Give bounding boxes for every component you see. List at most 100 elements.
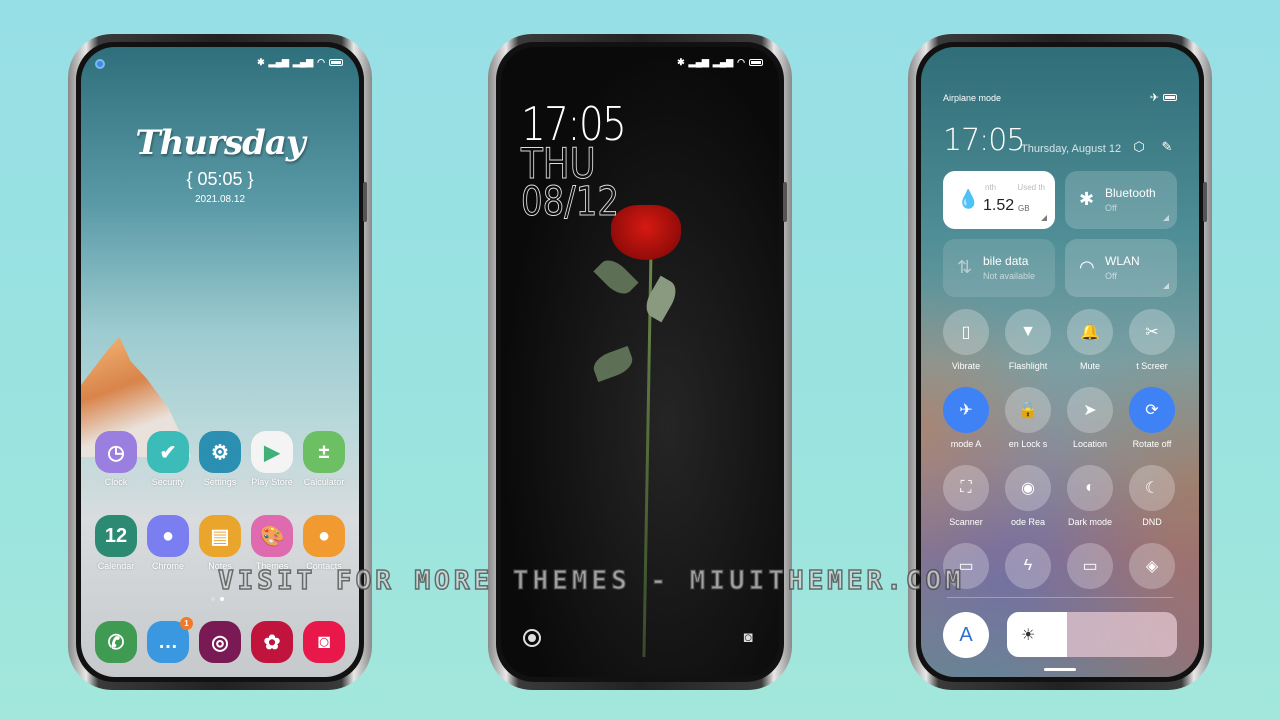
camera-icon: ◙ [303,621,345,663]
toggle-dark-mode[interactable]: ◐ [1067,465,1113,511]
app-clock[interactable]: ◷ Clock [91,431,141,487]
calculator-icon: ± [303,431,345,473]
moon-icon: ☾ [1144,480,1160,497]
play-store-icon: ▶ [251,431,293,473]
home-indicator[interactable] [1044,668,1076,671]
wifi-icon: ◠ [737,57,745,67]
clock-icon: ◷ [95,431,137,473]
assistant-icon[interactable] [523,629,541,647]
dock: ✆… 1 ◎ ✿ ◙ [91,617,349,663]
contacts-icon: ● [303,515,345,557]
app-settings[interactable]: ⚙ Settings [195,431,245,487]
toggle-bell[interactable]: 🔔 [1067,309,1113,355]
toggle-vibrate[interactable]: ▯ [943,309,989,355]
toggle-label: en Lock s [1008,439,1048,449]
power-button [1203,182,1207,222]
toggle-link[interactable]: ◈ [1129,543,1175,589]
mode-label: Airplane mode [943,93,1002,103]
toggle-label: Rotate off [1132,439,1172,449]
app-gallery[interactable]: ✿ [247,621,297,663]
app-camera[interactable]: ◙ [299,621,349,663]
power-button [363,182,367,222]
app-themes[interactable]: 🎨 Themes [247,515,297,571]
auto-brightness-button[interactable]: A [943,612,989,658]
toggle-label: Flashlight [1008,361,1048,371]
app-security[interactable]: ✔ Security [143,431,193,487]
data-usage-value: 1.52 [983,197,1015,214]
cc-date: Thursday, August 12 [1021,143,1122,155]
app-notes[interactable]: ▤ Notes [195,515,245,571]
app-chrome[interactable]: ● Chrome [143,515,193,571]
signal-icon: ▂▄▆ [292,57,314,67]
shield-icon: ✔ [147,431,189,473]
data-tile-left: nth [985,183,997,192]
bluetooth-status: Off [1105,203,1117,213]
power-button [783,182,787,222]
gallery-icon: ✿ [251,621,293,663]
expand-corner [1163,283,1169,289]
bluetooth-title: Bluetooth [1105,186,1156,200]
toggle-lock[interactable]: 🔒 [1005,387,1051,433]
rotate-icon: ⟳ [1145,402,1159,419]
app-calculator[interactable]: ± Calculator [299,431,349,487]
app-label: Clock [104,477,128,487]
divider [947,597,1173,598]
water-drop-icon: 💧 [957,189,980,209]
app-calendar[interactable]: 12 Calendar [91,515,141,571]
eye-icon: ◉ [1021,480,1035,497]
notification-icon [95,59,105,69]
expand-corner [1041,215,1047,221]
bluetooth-tile[interactable]: ✱ Bluetooth Off [1065,171,1177,229]
lightning-icon: ϟ [1023,557,1033,574]
app-phone[interactable]: ✆ [91,621,141,663]
signal-icon: ▂▄▆ [712,57,734,67]
data-tile-right: Used th [1017,183,1045,192]
wlan-tile[interactable]: ◠ WLAN Off [1065,239,1177,297]
app-messages[interactable]: … 1 [143,617,193,663]
page-indicator [211,597,224,601]
bell-icon: 🔔 [1080,324,1100,341]
toggle-label: mode A [950,439,982,449]
app-play-store[interactable]: ▶ Play Store [247,431,297,487]
bluetooth-icon: ✱ [257,57,265,67]
app-row-1: ◷ Clock ✔ Security ⚙ Settings ▶ Play Store ± Calc… [91,431,349,487]
settings-icon[interactable]: ⬡ [1131,139,1147,155]
app-contacts[interactable]: ● Contacts [299,515,349,571]
toggle-screenshot[interactable]: ✂ [1129,309,1175,355]
toggle-label: DND [1142,517,1162,527]
toggle-eye[interactable]: ◉ [1005,465,1051,511]
location-icon: ➤ [1083,402,1097,419]
wlan-title: WLAN [1105,254,1140,268]
toggle-flashlight[interactable]: ▼ [1005,309,1051,355]
toggle-airplane[interactable]: ✈ [943,387,989,433]
status-icons: ✈ [1150,91,1177,104]
bluetooth-icon: ✱ [677,57,685,67]
mobile-data-status: Not available [983,271,1036,281]
camera-icon[interactable]: ◙ [739,629,757,647]
signal-icon: ▂▄▆ [688,57,709,67]
toggle-label: Scanner [949,517,983,527]
toggle-lightning[interactable]: ϟ [1005,543,1051,589]
wlan-status: Off [1105,271,1117,281]
data-usage-tile[interactable]: 💧 nth Used th 1.52 GB [943,171,1055,229]
wifi-icon: ◠ [1079,257,1095,277]
brightness-slider[interactable]: ☀ [1007,612,1177,657]
app-label: Settings [203,477,237,487]
toggle-cast[interactable]: ▭ [1067,543,1113,589]
battery-icon [1163,94,1177,101]
toggle-moon[interactable]: ☾ [1129,465,1175,511]
toggle-rotate[interactable]: ⟳ [1129,387,1175,433]
app-label: Calendar [97,561,135,571]
watermark-text: VISIT FOR MORE THEMES - MIUITHEMER.COM [217,565,965,597]
status-bar: ✱ ▂▄▆ ▂▄▆ ◠ [677,57,763,68]
toggle-location[interactable]: ➤ [1067,387,1113,433]
toggle-label: Mute [1079,361,1100,371]
data-usage-unit: GB [1018,204,1030,213]
toggle-scanner[interactable]: ⛶ [943,465,989,511]
mobile-data-tile[interactable]: ⇅ bile data Not available [943,239,1055,297]
toggle-label: Location [1072,439,1108,449]
widget-clock[interactable]: { 05:05 } [81,169,359,190]
app-fingerprint[interactable]: ◎ [195,621,245,663]
toggle-label: Vibrate [951,361,981,371]
edit-icon[interactable]: ✎ [1159,139,1175,155]
